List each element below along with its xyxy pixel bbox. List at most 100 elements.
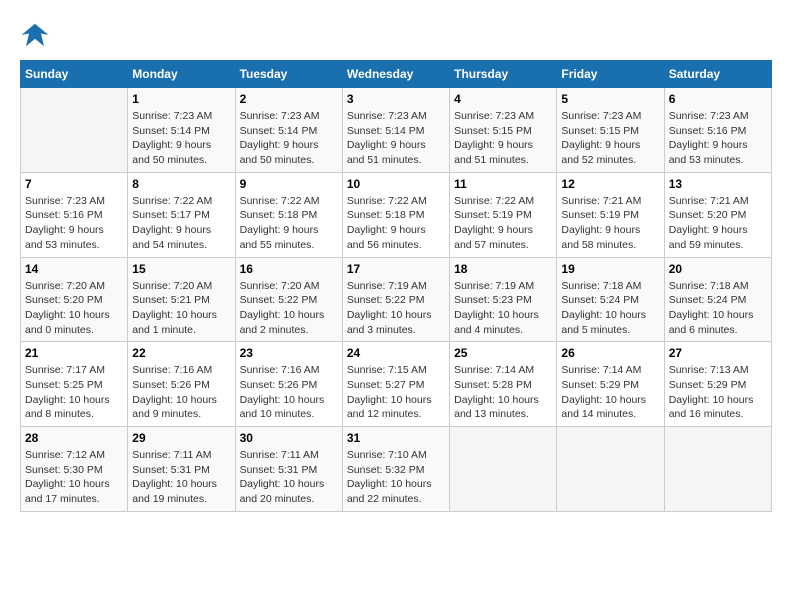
calendar-cell: 8 Sunrise: 7:22 AM Sunset: 5:17 PM Daylig… xyxy=(128,172,235,257)
day-info: Sunrise: 7:12 AM Sunset: 5:30 PM Dayligh… xyxy=(25,448,123,507)
page-header xyxy=(20,20,772,50)
calendar-cell: 29 Sunrise: 7:11 AM Sunset: 5:31 PM Dayli… xyxy=(128,427,235,512)
day-info: Sunrise: 7:15 AM Sunset: 5:27 PM Dayligh… xyxy=(347,363,445,422)
day-info: Sunrise: 7:11 AM Sunset: 5:31 PM Dayligh… xyxy=(132,448,230,507)
day-info: Sunrise: 7:21 AM Sunset: 5:20 PM Dayligh… xyxy=(669,194,767,253)
day-number: 25 xyxy=(454,346,552,360)
day-number: 20 xyxy=(669,262,767,276)
calendar-cell xyxy=(557,427,664,512)
day-info: Sunrise: 7:23 AM Sunset: 5:14 PM Dayligh… xyxy=(240,109,338,168)
day-number: 17 xyxy=(347,262,445,276)
day-number: 4 xyxy=(454,92,552,106)
logo-bird-icon xyxy=(20,20,50,50)
week-row-1: 1 Sunrise: 7:23 AM Sunset: 5:14 PM Daylig… xyxy=(21,88,772,173)
day-number: 16 xyxy=(240,262,338,276)
day-info: Sunrise: 7:10 AM Sunset: 5:32 PM Dayligh… xyxy=(347,448,445,507)
day-info: Sunrise: 7:22 AM Sunset: 5:17 PM Dayligh… xyxy=(132,194,230,253)
calendar-cell: 10Sunrise: 7:22 AM Sunset: 5:18 PM Dayli… xyxy=(342,172,449,257)
calendar-cell: 24 Sunrise: 7:15 AM Sunset: 5:27 PM Dayli… xyxy=(342,342,449,427)
day-info: Sunrise: 7:14 AM Sunset: 5:29 PM Dayligh… xyxy=(561,363,659,422)
day-number: 1 xyxy=(132,92,230,106)
day-number: 15 xyxy=(132,262,230,276)
calendar-cell: 26 Sunrise: 7:14 AM Sunset: 5:29 PM Dayli… xyxy=(557,342,664,427)
day-info: Sunrise: 7:14 AM Sunset: 5:28 PM Dayligh… xyxy=(454,363,552,422)
calendar-body: 1 Sunrise: 7:23 AM Sunset: 5:14 PM Daylig… xyxy=(21,88,772,512)
calendar-cell: 25 Sunrise: 7:14 AM Sunset: 5:28 PM Dayli… xyxy=(450,342,557,427)
day-info: Sunrise: 7:22 AM Sunset: 5:18 PM Dayligh… xyxy=(240,194,338,253)
calendar-cell: 22 Sunrise: 7:16 AM Sunset: 5:26 PM Dayli… xyxy=(128,342,235,427)
calendar-cell: 27Sunrise: 7:13 AM Sunset: 5:29 PM Dayli… xyxy=(664,342,771,427)
day-number: 31 xyxy=(347,431,445,445)
day-number: 19 xyxy=(561,262,659,276)
day-info: Sunrise: 7:23 AM Sunset: 5:16 PM Dayligh… xyxy=(25,194,123,253)
day-number: 6 xyxy=(669,92,767,106)
day-number: 2 xyxy=(240,92,338,106)
day-info: Sunrise: 7:16 AM Sunset: 5:26 PM Dayligh… xyxy=(132,363,230,422)
logo xyxy=(20,20,54,50)
calendar-cell: 18Sunrise: 7:19 AM Sunset: 5:23 PM Dayli… xyxy=(450,257,557,342)
day-info: Sunrise: 7:23 AM Sunset: 5:14 PM Dayligh… xyxy=(347,109,445,168)
day-info: Sunrise: 7:23 AM Sunset: 5:15 PM Dayligh… xyxy=(454,109,552,168)
calendar-cell xyxy=(450,427,557,512)
day-number: 3 xyxy=(347,92,445,106)
calendar-cell: 11 Sunrise: 7:22 AM Sunset: 5:19 PM Dayli… xyxy=(450,172,557,257)
calendar-cell: 4 Sunrise: 7:23 AM Sunset: 5:15 PM Daylig… xyxy=(450,88,557,173)
calendar-cell: 15 Sunrise: 7:20 AM Sunset: 5:21 PM Dayli… xyxy=(128,257,235,342)
day-info: Sunrise: 7:23 AM Sunset: 5:14 PM Dayligh… xyxy=(132,109,230,168)
day-number: 28 xyxy=(25,431,123,445)
day-number: 7 xyxy=(25,177,123,191)
day-number: 13 xyxy=(669,177,767,191)
day-number: 11 xyxy=(454,177,552,191)
calendar-cell xyxy=(664,427,771,512)
day-info: Sunrise: 7:19 AM Sunset: 5:22 PM Dayligh… xyxy=(347,279,445,338)
week-row-2: 7 Sunrise: 7:23 AM Sunset: 5:16 PM Daylig… xyxy=(21,172,772,257)
day-number: 8 xyxy=(132,177,230,191)
day-info: Sunrise: 7:22 AM Sunset: 5:19 PM Dayligh… xyxy=(454,194,552,253)
calendar-cell: 2 Sunrise: 7:23 AM Sunset: 5:14 PM Daylig… xyxy=(235,88,342,173)
calendar-table: SundayMondayTuesdayWednesdayThursdayFrid… xyxy=(20,60,772,512)
day-number: 12 xyxy=(561,177,659,191)
column-header-sunday: Sunday xyxy=(21,61,128,88)
day-info: Sunrise: 7:20 AM Sunset: 5:21 PM Dayligh… xyxy=(132,279,230,338)
calendar-cell: 1 Sunrise: 7:23 AM Sunset: 5:14 PM Daylig… xyxy=(128,88,235,173)
day-number: 18 xyxy=(454,262,552,276)
column-header-wednesday: Wednesday xyxy=(342,61,449,88)
day-number: 29 xyxy=(132,431,230,445)
day-info: Sunrise: 7:23 AM Sunset: 5:15 PM Dayligh… xyxy=(561,109,659,168)
day-info: Sunrise: 7:20 AM Sunset: 5:22 PM Dayligh… xyxy=(240,279,338,338)
calendar-cell: 9 Sunrise: 7:22 AM Sunset: 5:18 PM Daylig… xyxy=(235,172,342,257)
calendar-cell: 12 Sunrise: 7:21 AM Sunset: 5:19 PM Dayli… xyxy=(557,172,664,257)
day-info: Sunrise: 7:20 AM Sunset: 5:20 PM Dayligh… xyxy=(25,279,123,338)
calendar-cell: 5Sunrise: 7:23 AM Sunset: 5:15 PM Daylig… xyxy=(557,88,664,173)
calendar-cell: 30Sunrise: 7:11 AM Sunset: 5:31 PM Dayli… xyxy=(235,427,342,512)
column-header-friday: Friday xyxy=(557,61,664,88)
calendar-cell: 20 Sunrise: 7:18 AM Sunset: 5:24 PM Dayli… xyxy=(664,257,771,342)
calendar-cell xyxy=(21,88,128,173)
calendar-cell: 3 Sunrise: 7:23 AM Sunset: 5:14 PM Daylig… xyxy=(342,88,449,173)
day-number: 24 xyxy=(347,346,445,360)
day-number: 27 xyxy=(669,346,767,360)
calendar-cell: 28 Sunrise: 7:12 AM Sunset: 5:30 PM Dayli… xyxy=(21,427,128,512)
calendar-cell: 23Sunrise: 7:16 AM Sunset: 5:26 PM Dayli… xyxy=(235,342,342,427)
day-number: 9 xyxy=(240,177,338,191)
calendar-cell: 31 Sunrise: 7:10 AM Sunset: 5:32 PM Dayli… xyxy=(342,427,449,512)
day-number: 10 xyxy=(347,177,445,191)
column-header-thursday: Thursday xyxy=(450,61,557,88)
calendar-cell: 13 Sunrise: 7:21 AM Sunset: 5:20 PM Dayli… xyxy=(664,172,771,257)
calendar-cell: 6 Sunrise: 7:23 AM Sunset: 5:16 PM Daylig… xyxy=(664,88,771,173)
calendar-cell: 21Sunrise: 7:17 AM Sunset: 5:25 PM Dayli… xyxy=(21,342,128,427)
column-header-monday: Monday xyxy=(128,61,235,88)
day-info: Sunrise: 7:23 AM Sunset: 5:16 PM Dayligh… xyxy=(669,109,767,168)
day-info: Sunrise: 7:11 AM Sunset: 5:31 PM Dayligh… xyxy=(240,448,338,507)
day-number: 21 xyxy=(25,346,123,360)
day-info: Sunrise: 7:18 AM Sunset: 5:24 PM Dayligh… xyxy=(669,279,767,338)
day-number: 23 xyxy=(240,346,338,360)
column-header-tuesday: Tuesday xyxy=(235,61,342,88)
day-number: 26 xyxy=(561,346,659,360)
day-info: Sunrise: 7:21 AM Sunset: 5:19 PM Dayligh… xyxy=(561,194,659,253)
day-number: 14 xyxy=(25,262,123,276)
day-number: 22 xyxy=(132,346,230,360)
column-header-saturday: Saturday xyxy=(664,61,771,88)
calendar-header-row: SundayMondayTuesdayWednesdayThursdayFrid… xyxy=(21,61,772,88)
day-info: Sunrise: 7:18 AM Sunset: 5:24 PM Dayligh… xyxy=(561,279,659,338)
